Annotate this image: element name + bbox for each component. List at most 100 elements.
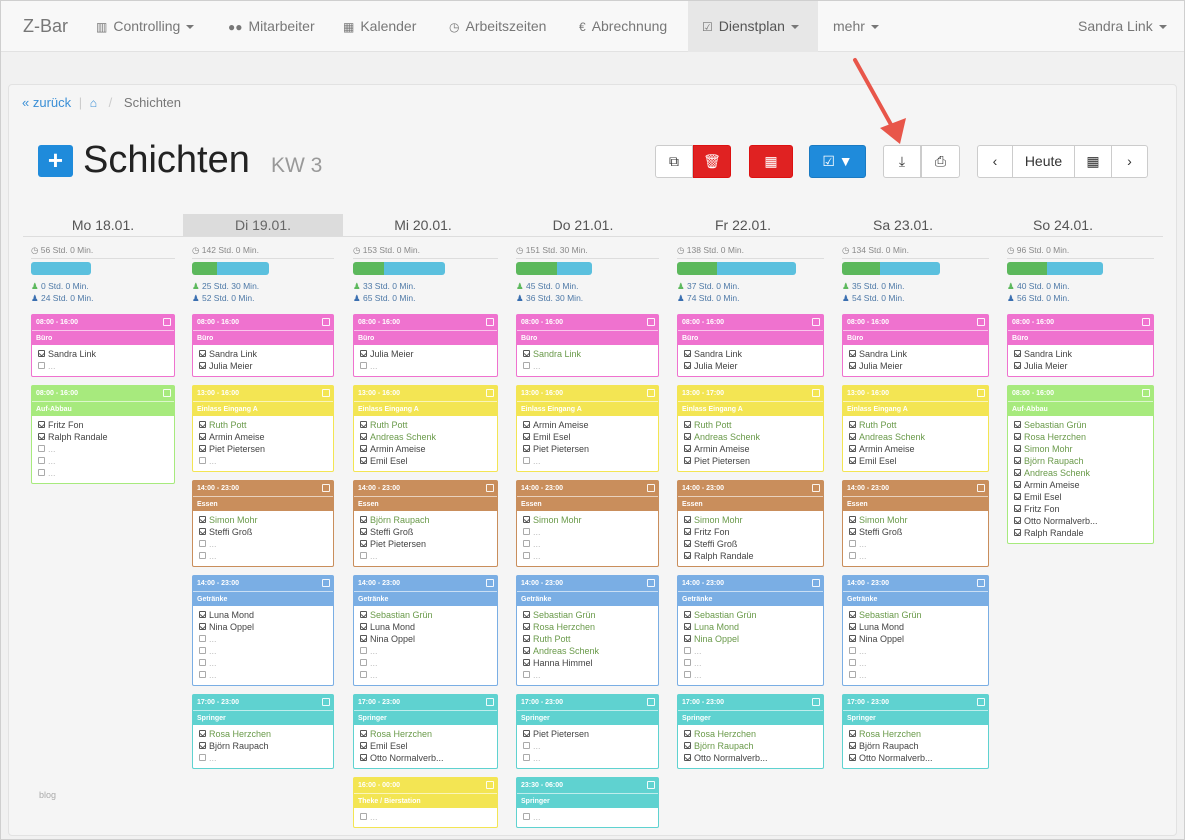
checkbox[interactable] <box>849 659 856 667</box>
checkbox[interactable] <box>849 742 856 750</box>
staff-row[interactable]: Björn Raupach <box>843 740 988 752</box>
staff-row[interactable]: ... <box>354 669 497 681</box>
staff-row[interactable]: ... <box>193 455 333 467</box>
checkbox[interactable] <box>684 540 691 548</box>
calendar-icon[interactable] <box>1142 318 1150 326</box>
shift-card[interactable]: 13:00 - 17:00 Einlass Eingang A Ruth Pott A… <box>677 385 824 472</box>
staff-row[interactable]: ... <box>517 740 658 752</box>
checkbox[interactable] <box>199 421 206 429</box>
checkbox[interactable] <box>523 552 530 560</box>
staff-row[interactable]: Julia Meier <box>678 360 823 372</box>
checkbox[interactable] <box>849 623 856 631</box>
nav-kalender[interactable]: ▦ Kalender <box>343 1 416 52</box>
shift-card[interactable]: 14:00 - 23:00 Essen Björn Raupach Steffi Gr… <box>353 480 498 567</box>
staff-row[interactable]: ... <box>193 645 333 657</box>
staff-row[interactable]: Luna Mond <box>678 621 823 633</box>
staff-row[interactable]: Fritz Fon <box>32 419 174 431</box>
staff-row[interactable]: Nina Oppel <box>678 633 823 645</box>
shift-card[interactable]: 13:00 - 16:00 Einlass Eingang A Armin Amei… <box>516 385 659 472</box>
staff-row[interactable]: Simon Mohr <box>193 514 333 526</box>
staff-row[interactable]: Luna Mond <box>193 609 333 621</box>
staff-row[interactable]: ... <box>517 550 658 562</box>
staff-row[interactable]: ... <box>517 811 658 823</box>
staff-row[interactable]: Piet Pietersen <box>517 728 658 740</box>
shift-card[interactable]: 14:00 - 23:00 Essen Simon Mohr......... <box>516 480 659 567</box>
staff-row[interactable]: Sebastian Grün <box>678 609 823 621</box>
checkbox[interactable] <box>684 659 691 667</box>
calendar-icon[interactable] <box>486 781 494 789</box>
calendar-icon[interactable] <box>322 579 330 587</box>
staff-row[interactable]: Julia Meier <box>193 360 333 372</box>
checkbox[interactable] <box>360 445 367 453</box>
staff-row[interactable]: ... <box>843 645 988 657</box>
checkbox[interactable] <box>199 671 206 679</box>
shift-card[interactable]: 08:00 - 16:00 Büro Julia Meier... <box>353 314 498 377</box>
staff-row[interactable]: ... <box>517 526 658 538</box>
checkbox[interactable] <box>849 730 856 738</box>
calendar-red-button[interactable]: ▦ <box>749 145 793 178</box>
checkbox[interactable] <box>360 350 367 358</box>
shift-card[interactable]: 08:00 - 16:00 Büro Sandra Link Julia Meier <box>1007 314 1154 377</box>
checkbox[interactable] <box>684 742 691 750</box>
checkbox[interactable] <box>523 528 530 536</box>
checkbox[interactable] <box>684 623 691 631</box>
staff-row[interactable]: Nina Oppel <box>193 621 333 633</box>
calendar-icon[interactable] <box>322 698 330 706</box>
staff-row[interactable]: Emil Esel <box>1008 491 1153 503</box>
calendar-icon[interactable] <box>1142 389 1150 397</box>
checkbox[interactable] <box>360 647 367 655</box>
staff-row[interactable]: Otto Normalverb... <box>843 752 988 764</box>
checkbox[interactable] <box>523 813 530 821</box>
shift-card[interactable]: 13:00 - 16:00 Einlass Eingang A Ruth Pott A… <box>353 385 498 472</box>
checkbox[interactable] <box>523 647 530 655</box>
staff-row[interactable]: Ralph Randale <box>32 431 174 443</box>
calendar-icon[interactable] <box>163 389 171 397</box>
calendar-icon[interactable] <box>647 318 655 326</box>
checkbox[interactable] <box>199 659 206 667</box>
nav-controlling[interactable]: ▥ Controlling <box>96 1 195 52</box>
checkbox[interactable] <box>199 552 206 560</box>
checkbox[interactable] <box>1014 481 1021 489</box>
calendar-icon[interactable] <box>812 698 820 706</box>
staff-row[interactable]: Sandra Link <box>1008 348 1153 360</box>
staff-row[interactable]: Björn Raupach <box>193 740 333 752</box>
staff-row[interactable]: Andreas Schenk <box>1008 467 1153 479</box>
calendar-icon[interactable] <box>163 318 171 326</box>
shift-card[interactable]: 08:00 - 16:00 Büro Sandra Link Julia Meier <box>842 314 989 377</box>
shift-card[interactable]: 13:00 - 16:00 Einlass Eingang A Ruth Pott A… <box>842 385 989 472</box>
calendar-icon[interactable] <box>647 484 655 492</box>
shift-card[interactable]: 17:00 - 23:00 Springer Piet Pietersen.....… <box>516 694 659 769</box>
calendar-icon[interactable] <box>647 698 655 706</box>
staff-row[interactable]: ... <box>678 645 823 657</box>
checkbox[interactable] <box>523 754 530 762</box>
checkbox[interactable] <box>199 362 206 370</box>
today-button[interactable]: Heute <box>1012 145 1075 178</box>
checkbox[interactable] <box>38 457 45 465</box>
shift-card[interactable]: 13:00 - 16:00 Einlass Eingang A Ruth Pott A… <box>192 385 334 472</box>
checkbox[interactable] <box>360 671 367 679</box>
staff-row[interactable]: ... <box>843 538 988 550</box>
checkbox[interactable] <box>199 647 206 655</box>
checkbox[interactable] <box>849 552 856 560</box>
checkbox[interactable] <box>199 742 206 750</box>
staff-row[interactable]: Sandra Link <box>517 348 658 360</box>
user-menu[interactable]: Sandra Link <box>1078 1 1167 52</box>
calendar-icon[interactable] <box>647 389 655 397</box>
staff-row[interactable]: Nina Oppel <box>354 633 497 645</box>
staff-row[interactable]: Piet Pietersen <box>517 443 658 455</box>
nav-mitarbeiter[interactable]: ●● Mitarbeiter <box>228 1 315 52</box>
checkbox[interactable] <box>1014 469 1021 477</box>
shift-card[interactable]: 23:30 - 06:00 Springer... <box>516 777 659 828</box>
checkbox[interactable] <box>849 433 856 441</box>
staff-row[interactable]: Steffi Groß <box>354 526 497 538</box>
calendar-icon[interactable] <box>486 698 494 706</box>
staff-row[interactable]: ... <box>354 550 497 562</box>
nav-mehr[interactable]: mehr <box>833 1 879 52</box>
staff-row[interactable]: ... <box>354 645 497 657</box>
staff-row[interactable]: ... <box>32 443 174 455</box>
calendar-icon[interactable] <box>977 698 985 706</box>
calendar-icon[interactable] <box>322 389 330 397</box>
staff-row[interactable]: ... <box>354 657 497 669</box>
staff-row[interactable]: Sandra Link <box>32 348 174 360</box>
checkbox[interactable] <box>199 540 206 548</box>
